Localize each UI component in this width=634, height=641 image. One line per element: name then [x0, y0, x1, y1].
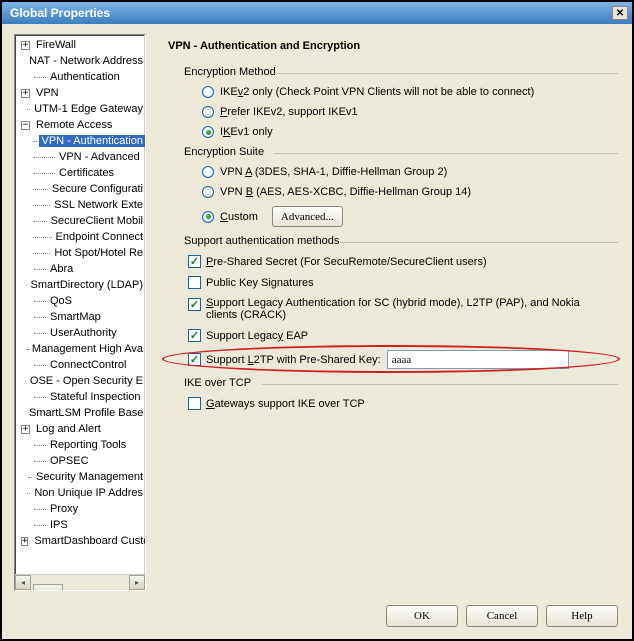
- tree-secmgmt[interactable]: Security Management: [15, 469, 145, 485]
- tree-abra[interactable]: Abra: [15, 261, 145, 277]
- expand-icon[interactable]: +: [21, 89, 30, 98]
- radio-label: IKEv2 only (Check Point VPN Clients will…: [220, 86, 534, 98]
- h-scrollbar[interactable]: ◂ ▸: [15, 574, 145, 590]
- radio-label: VPN A (3DES, SHA-1, Diffie-Hellman Group…: [220, 166, 447, 178]
- help-button[interactable]: Help: [546, 605, 618, 627]
- group-support-auth: Support authentication methods: [184, 235, 612, 247]
- tree-vpn-adv[interactable]: VPN - Advanced: [15, 149, 145, 165]
- tree-qos[interactable]: QoS: [15, 293, 145, 309]
- l2tp-key-input[interactable]: [387, 350, 569, 369]
- tree-vpn-auth[interactable]: VPN - Authentication: [15, 133, 145, 149]
- checkbox-icon: [188, 329, 201, 342]
- tree-nonunique[interactable]: Non Unique IP Addres: [15, 485, 145, 501]
- check-label: Support Legacy EAP: [206, 330, 308, 342]
- advanced-button[interactable]: Advanced...: [272, 206, 343, 227]
- chk-l2tp-psk[interactable]: Support L2TP with Pre-Shared Key:: [188, 350, 612, 369]
- tree-scroll[interactable]: +FireWall NAT - Network Address Authenti…: [15, 35, 145, 574]
- check-label: Pre-Shared Secret (For SecuRemote/Secure…: [206, 256, 487, 268]
- radio-icon: [202, 86, 214, 98]
- tree-hotspot[interactable]: Hot Spot/Hotel Re: [15, 245, 145, 261]
- chk-legacy-sc[interactable]: Support Legacy Authentication for SC (hy…: [188, 297, 612, 321]
- scroll-right-icon[interactable]: ▸: [129, 575, 145, 590]
- check-label: Support Legacy Authentication for SC (hy…: [206, 297, 606, 321]
- collapse-icon[interactable]: −: [21, 121, 30, 130]
- expand-icon[interactable]: +: [21, 425, 30, 434]
- check-label: Gateways support IKE over TCP: [206, 398, 365, 410]
- tree-secconf[interactable]: Secure Configurati: [15, 181, 145, 197]
- check-label: Support L2TP with Pre-Shared Key:: [206, 354, 381, 366]
- tree-slsm[interactable]: SmartLSM Profile Base: [15, 405, 145, 421]
- check-label: Public Key Signatures: [206, 277, 314, 289]
- tree-logalert[interactable]: +Log and Alert: [15, 421, 145, 437]
- radio-icon: [202, 106, 214, 118]
- radio-ikev2only[interactable]: IKEv2 only (Check Point VPN Clients will…: [202, 86, 612, 98]
- radio-label: Custom: [220, 211, 258, 223]
- group-enc-suite: Encryption Suite: [184, 146, 612, 158]
- window-title: Global Properties: [10, 6, 110, 20]
- radio-ikev1only[interactable]: IKEv1 only: [202, 126, 612, 138]
- scroll-left-icon[interactable]: ◂: [15, 575, 31, 590]
- tree-proxy[interactable]: Proxy: [15, 501, 145, 517]
- tree-smartmap[interactable]: SmartMap: [15, 309, 145, 325]
- tree-ips[interactable]: IPS: [15, 517, 145, 533]
- tree-nat[interactable]: NAT - Network Address: [15, 53, 145, 69]
- cancel-button[interactable]: Cancel: [466, 605, 538, 627]
- ok-button[interactable]: OK: [386, 605, 458, 627]
- checkbox-icon: [188, 298, 201, 311]
- tree-conncontrol[interactable]: ConnectControl: [15, 357, 145, 373]
- radio-vpn-a[interactable]: VPN A (3DES, SHA-1, Diffie-Hellman Group…: [202, 166, 612, 178]
- tree-userauth[interactable]: UserAuthority: [15, 325, 145, 341]
- tree-scmobile[interactable]: SecureClient Mobil: [15, 213, 145, 229]
- chk-preshared[interactable]: Pre-Shared Secret (For SecuRemote/Secure…: [188, 255, 612, 268]
- nav-tree: +FireWall NAT - Network Address Authenti…: [14, 34, 146, 591]
- dialog-buttons: OK Cancel Help: [2, 597, 632, 639]
- expand-icon[interactable]: +: [21, 537, 28, 546]
- tree-mgmtha[interactable]: Management High Ava: [15, 341, 145, 357]
- checkbox-icon: [188, 353, 201, 366]
- radio-custom[interactable]: Custom Advanced...: [202, 206, 612, 227]
- tree-vpn[interactable]: +VPN: [15, 85, 145, 101]
- radio-icon: [202, 186, 214, 198]
- tree-sslnet[interactable]: SSL Network Exte: [15, 197, 145, 213]
- tree-utm[interactable]: UTM-1 Edge Gateway: [15, 101, 145, 117]
- radio-icon: [202, 211, 214, 223]
- tree-firewall[interactable]: +FireWall: [15, 37, 145, 53]
- tree-reporting[interactable]: Reporting Tools: [15, 437, 145, 453]
- group-enc-method: Encryption Method: [184, 66, 612, 78]
- tree-opsec[interactable]: OPSEC: [15, 453, 145, 469]
- group-ike-tcp: IKE over TCP: [184, 377, 612, 389]
- radio-icon: [202, 126, 214, 138]
- tree-endpoint[interactable]: Endpoint Connect: [15, 229, 145, 245]
- radio-label: Prefer IKEv2, support IKEv1: [220, 106, 358, 118]
- tree-smartdir[interactable]: SmartDirectory (LDAP): [15, 277, 145, 293]
- radio-label: VPN B (AES, AES-XCBC, Diffie-Hellman Gro…: [220, 186, 471, 198]
- checkbox-icon: [188, 397, 201, 410]
- tree-certs[interactable]: Certificates: [15, 165, 145, 181]
- radio-prefer-ikev2[interactable]: Prefer IKEv2, support IKEv1: [202, 106, 612, 118]
- tree-ose[interactable]: OSE - Open Security E: [15, 373, 145, 389]
- checkbox-icon: [188, 276, 201, 289]
- client-area: +FireWall NAT - Network Address Authenti…: [2, 24, 632, 639]
- chk-pubkey[interactable]: Public Key Signatures: [188, 276, 612, 289]
- settings-page: VPN - Authentication and Encryption Encr…: [156, 34, 620, 591]
- chk-legacy-eap[interactable]: Support Legacy EAP: [188, 329, 612, 342]
- scroll-thumb[interactable]: [33, 584, 63, 592]
- close-button[interactable]: ✕: [612, 6, 628, 20]
- tree-auth[interactable]: Authentication: [15, 69, 145, 85]
- checkbox-icon: [188, 255, 201, 268]
- radio-vpn-b[interactable]: VPN B (AES, AES-XCBC, Diffie-Hellman Gro…: [202, 186, 612, 198]
- tree-stateful[interactable]: Stateful Inspection: [15, 389, 145, 405]
- page-title: VPN - Authentication and Encryption: [168, 40, 612, 52]
- chk-gateways-ike[interactable]: Gateways support IKE over TCP: [188, 397, 612, 410]
- tree-sdcusto[interactable]: +SmartDashboard Custo: [15, 533, 145, 549]
- titlebar: Global Properties ✕: [2, 2, 632, 24]
- expand-icon[interactable]: +: [21, 41, 30, 50]
- tree-remote[interactable]: −Remote Access: [15, 117, 145, 133]
- radio-icon: [202, 166, 214, 178]
- radio-label: IKEv1 only: [220, 126, 273, 138]
